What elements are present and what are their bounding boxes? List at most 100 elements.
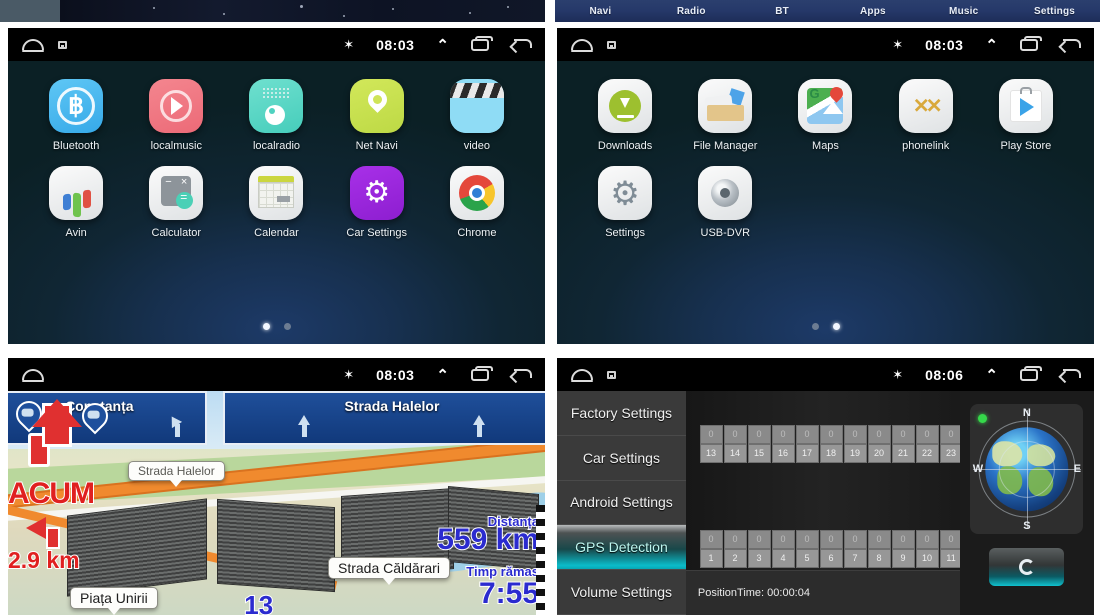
home-icon[interactable]: [22, 369, 44, 382]
launcher-page-1: ✶ 08:03 ⌃ ฿ Bluetooth localmusic localra…: [8, 28, 545, 344]
screenshot-icon[interactable]: [58, 40, 67, 49]
chevron-up-icon[interactable]: ⌃: [436, 36, 449, 54]
recents-icon[interactable]: [1020, 365, 1042, 381]
app-localradio[interactable]: localradio: [226, 79, 326, 152]
screenshot-icon[interactable]: [607, 370, 616, 379]
sidebar-item-car-settings[interactable]: Car Settings: [557, 436, 686, 481]
apps-grid: Downloads File Manager Maps ✕✕: [557, 79, 1094, 239]
app-label: Calendar: [254, 227, 299, 239]
app-calculator[interactable]: Calculator: [126, 166, 226, 239]
page-dot-2[interactable]: [283, 323, 291, 330]
launcher-page-2: ✶ 08:03 ⌃ Downloads File Manager G Maps …: [557, 28, 1094, 344]
bluetooth-icon: ✶: [892, 366, 904, 382]
app-label: Avin: [65, 227, 87, 239]
satellite-id: 20: [867, 443, 891, 463]
map-view[interactable]: Constanța Strada Halelor ACUM 2.9 km: [8, 391, 545, 615]
gps-refresh-button[interactable]: [989, 547, 1065, 586]
status-bar: ✶ 08:06 ⌃: [557, 358, 1094, 391]
satellite-signal: 0: [771, 424, 795, 444]
navbar-item-bt[interactable]: BT: [737, 6, 828, 17]
app-label: Car Settings: [346, 227, 407, 239]
back-icon[interactable]: [1060, 38, 1081, 51]
maps-app-icon: [798, 79, 853, 133]
app-video[interactable]: video: [427, 79, 527, 152]
app-label: Settings: [605, 227, 645, 239]
screenshot-collage: Navi Radio BT Apps Music Settings ✶ 08:0…: [0, 0, 1100, 615]
navbar-item-radio[interactable]: Radio: [646, 6, 737, 17]
satellite-id: 16: [771, 443, 795, 463]
calendar-app-icon: [249, 166, 304, 220]
home-icon[interactable]: [22, 39, 44, 52]
status-bar: ✶ 08:03 ⌃: [8, 358, 545, 391]
app-maps[interactable]: Maps: [775, 79, 875, 152]
navbar-item-settings[interactable]: Settings: [1009, 6, 1100, 17]
app-label: Maps: [812, 140, 839, 152]
usbdvr-app-icon: [698, 166, 753, 220]
page-dot-1[interactable]: [811, 323, 819, 330]
navbar-item-navi[interactable]: Navi: [555, 6, 646, 17]
maneuver-instruction: ACUM: [8, 476, 96, 511]
satellite-signal: 0: [915, 424, 939, 444]
app-car-settings[interactable]: ⚙ Car Settings: [327, 166, 427, 239]
back-icon[interactable]: [511, 38, 532, 51]
app-phonelink[interactable]: ✕✕ phonelink: [876, 79, 976, 152]
satellite-id: 2: [723, 548, 747, 568]
back-icon[interactable]: [511, 368, 532, 381]
back-icon[interactable]: [1060, 368, 1081, 381]
app-usb-dvr[interactable]: USB-DVR: [675, 166, 775, 239]
app-play-store[interactable]: Play Store: [976, 79, 1076, 152]
satellite-id: 21: [891, 443, 915, 463]
compass-card: N E S W: [970, 404, 1084, 535]
app-file-manager[interactable]: File Manager: [675, 79, 775, 152]
recents-icon[interactable]: [471, 35, 493, 51]
app-label: Chrome: [457, 227, 497, 239]
satellite-signal: 0: [699, 424, 723, 444]
screenshot-icon[interactable]: [607, 40, 616, 49]
satellite-id: 3: [747, 548, 771, 568]
status-clock: 08:06: [925, 366, 964, 383]
gps-detection-panel: 0 0 0 0 0 0 0 0 0 0 0 0 13: [685, 391, 987, 615]
app-avin[interactable]: Avin: [26, 166, 126, 239]
status-clock: 08:03: [925, 36, 964, 53]
navbar-item-music[interactable]: Music: [918, 6, 1009, 17]
sidebar-item-gps-detection[interactable]: GPS Detection: [557, 525, 686, 571]
page-dot-1[interactable]: [262, 323, 270, 330]
next-maneuver-arrow-icon: [26, 515, 80, 549]
navbar-item-apps[interactable]: Apps: [827, 6, 918, 17]
sidebar-item-android-settings[interactable]: Android Settings: [557, 481, 686, 526]
app-label: Calculator: [151, 227, 202, 239]
page-indicator[interactable]: [557, 323, 1094, 330]
home-icon[interactable]: [571, 39, 593, 52]
satellite-signal-row: 0 0 0 0 0 0 0 0 0 0 0 0: [699, 529, 988, 549]
app-label: phonelink: [902, 140, 950, 152]
sidebar-item-volume-settings[interactable]: Volume Settings: [557, 570, 686, 615]
satellite-signal: 0: [819, 424, 843, 444]
recents-icon[interactable]: [471, 365, 493, 381]
chevron-up-icon[interactable]: ⌃: [985, 36, 998, 54]
chevron-up-icon[interactable]: ⌃: [436, 366, 449, 384]
page-indicator[interactable]: [8, 323, 545, 330]
app-localmusic[interactable]: localmusic: [126, 79, 226, 152]
status-bar: ✶ 08:03 ⌃: [8, 28, 545, 61]
compass-south-label: S: [1023, 519, 1031, 532]
apps-grid: ฿ Bluetooth localmusic localradio Net Na…: [8, 79, 545, 239]
navigation-screen: ✶ 08:03 ⌃ Constanța: [8, 358, 545, 615]
satellite-id: 8: [867, 548, 891, 568]
chevron-up-icon[interactable]: ⌃: [985, 366, 998, 384]
position-time-text: PositionTime: 00:00:04: [697, 587, 810, 600]
recents-icon[interactable]: [1020, 35, 1042, 51]
sidebar-item-factory-settings[interactable]: Factory Settings: [557, 391, 686, 436]
satellite-signal: 0: [747, 529, 771, 549]
page-dot-2[interactable]: [832, 323, 840, 330]
carsettings-app-icon: ⚙: [349, 166, 404, 220]
home-icon[interactable]: [571, 369, 593, 382]
app-net-navi[interactable]: Net Navi: [327, 79, 427, 152]
satellite-signal: 0: [867, 529, 891, 549]
app-calendar[interactable]: Calendar: [226, 166, 326, 239]
app-drawer: ฿ Bluetooth localmusic localradio Net Na…: [8, 61, 545, 344]
app-chrome[interactable]: Chrome: [427, 166, 527, 239]
main-navbar[interactable]: Navi Radio BT Apps Music Settings: [555, 0, 1100, 22]
app-downloads[interactable]: Downloads: [575, 79, 675, 152]
app-bluetooth[interactable]: ฿ Bluetooth: [26, 79, 126, 152]
app-settings[interactable]: ⚙ Settings: [575, 166, 675, 239]
